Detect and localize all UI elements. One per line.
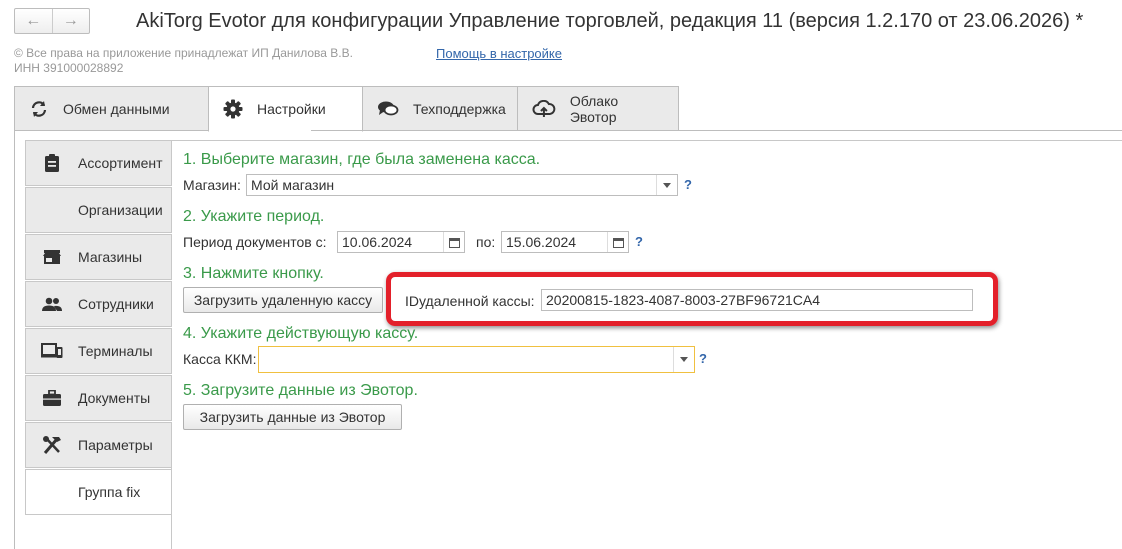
- sidebar-item-employees[interactable]: Сотрудники: [25, 281, 172, 327]
- sidebar-divider: [171, 455, 172, 549]
- tab-label: Обмен данными: [63, 100, 170, 117]
- tab-support[interactable]: Техподдержка: [362, 86, 518, 131]
- tab-label: Настройки: [257, 101, 326, 117]
- inn-text: ИНН 391000028892: [14, 61, 124, 75]
- sidebar-item-parameters[interactable]: Параметры: [25, 422, 172, 468]
- window-title: AkiTorg Evotor для конфигурации Управлен…: [136, 10, 1084, 32]
- sidebar-item-label: Магазины: [78, 249, 143, 265]
- tab-settings[interactable]: Настройки: [208, 86, 363, 132]
- back-button[interactable]: ←: [15, 9, 53, 33]
- date-from-input[interactable]: 10.06.2024: [337, 231, 465, 253]
- step5-heading: 5. Загрузите данные из Эвотор.: [183, 382, 418, 399]
- kkm-select[interactable]: [258, 346, 695, 373]
- store-label: Магазин:: [183, 177, 241, 193]
- sidebar-item-label: Терминалы: [78, 343, 153, 359]
- period-help-button[interactable]: ?: [635, 234, 643, 249]
- sidebar: Ассортимент Организации Магазины Сотрудн…: [25, 140, 172, 516]
- frame-left-border: [14, 130, 15, 549]
- forward-button[interactable]: →: [53, 9, 90, 33]
- sidebar-item-label: Группа fix: [78, 484, 141, 500]
- chevron-down-icon[interactable]: [656, 175, 677, 195]
- tools-icon: [26, 435, 78, 455]
- store-select[interactable]: Мой магазин: [246, 174, 678, 196]
- store-help-button[interactable]: ?: [684, 177, 692, 192]
- chevron-down-icon[interactable]: [673, 347, 694, 372]
- clipboard-icon: [26, 154, 78, 172]
- sidebar-item-label: Ассортимент: [78, 155, 163, 171]
- devices-icon: [26, 343, 78, 359]
- sidebar-item-label: Документы: [78, 390, 151, 406]
- sidebar-item-group-fix[interactable]: Группа fix: [25, 469, 172, 515]
- date-from-value: 10.06.2024: [342, 234, 413, 250]
- tab-data-exchange[interactable]: Обмен данными: [14, 86, 209, 131]
- step2-heading: 2. Укажите период.: [183, 208, 325, 225]
- chat-icon: [378, 101, 399, 115]
- load-evotor-data-button[interactable]: Загрузить данные из Эвотор: [183, 404, 402, 430]
- tab-evotor-cloud[interactable]: Облако Эвотор: [517, 86, 679, 131]
- calendar-icon[interactable]: [607, 232, 628, 252]
- step4-heading: 4. Укажите действующую кассу.: [183, 325, 419, 342]
- date-to-value: 15.06.2024: [506, 234, 577, 250]
- content-top-border: [172, 140, 1122, 141]
- sidebar-item-organizations[interactable]: Организации: [25, 187, 172, 233]
- gear-icon: [223, 99, 243, 119]
- kkm-label: Касса ККМ:: [183, 351, 257, 367]
- store-value: Мой магазин: [251, 177, 335, 193]
- sidebar-item-label: Сотрудники: [78, 296, 154, 312]
- sidebar-item-documents[interactable]: Документы: [25, 375, 172, 421]
- tab-label: Техподдержка: [413, 100, 506, 117]
- kkm-help-button[interactable]: ?: [699, 351, 707, 366]
- sidebar-item-assortment[interactable]: Ассортимент: [25, 140, 172, 186]
- date-to-label: по:: [476, 234, 496, 250]
- copyright-info: © Все права на приложение принадлежат ИП…: [14, 46, 353, 76]
- copyright-text: © Все права на приложение принадлежат ИП…: [14, 46, 353, 60]
- briefcase-icon: [26, 390, 78, 406]
- people-icon: [26, 297, 78, 311]
- sync-icon: [31, 100, 47, 117]
- sidebar-item-terminals[interactable]: Терминалы: [25, 328, 172, 374]
- sidebar-item-stores[interactable]: Магазины: [25, 234, 172, 280]
- calendar-icon[interactable]: [443, 232, 464, 252]
- main-tabs: Обмен данными Настройки Техподдержка Обл…: [14, 86, 679, 132]
- highlight-frame: [386, 272, 998, 326]
- date-to-input[interactable]: 15.06.2024: [501, 231, 629, 253]
- cloud-upload-icon: [532, 99, 556, 117]
- sidebar-item-label: Параметры: [78, 437, 153, 453]
- tabs-divider: [311, 130, 1122, 131]
- step1-heading: 1. Выберите магазин, где была заменена к…: [183, 151, 541, 168]
- load-remote-register-button[interactable]: Загрузить удаленную кассу: [183, 287, 383, 313]
- sidebar-item-label: Организации: [78, 202, 163, 218]
- tab-label: Облако Эвотор: [569, 92, 619, 125]
- period-label: Период документов с:: [183, 234, 327, 250]
- step3-heading: 3. Нажмите кнопку.: [183, 265, 324, 282]
- history-nav: ← →: [14, 8, 90, 34]
- store-icon: [26, 249, 78, 265]
- help-link[interactable]: Помощь в настройке: [436, 46, 562, 61]
